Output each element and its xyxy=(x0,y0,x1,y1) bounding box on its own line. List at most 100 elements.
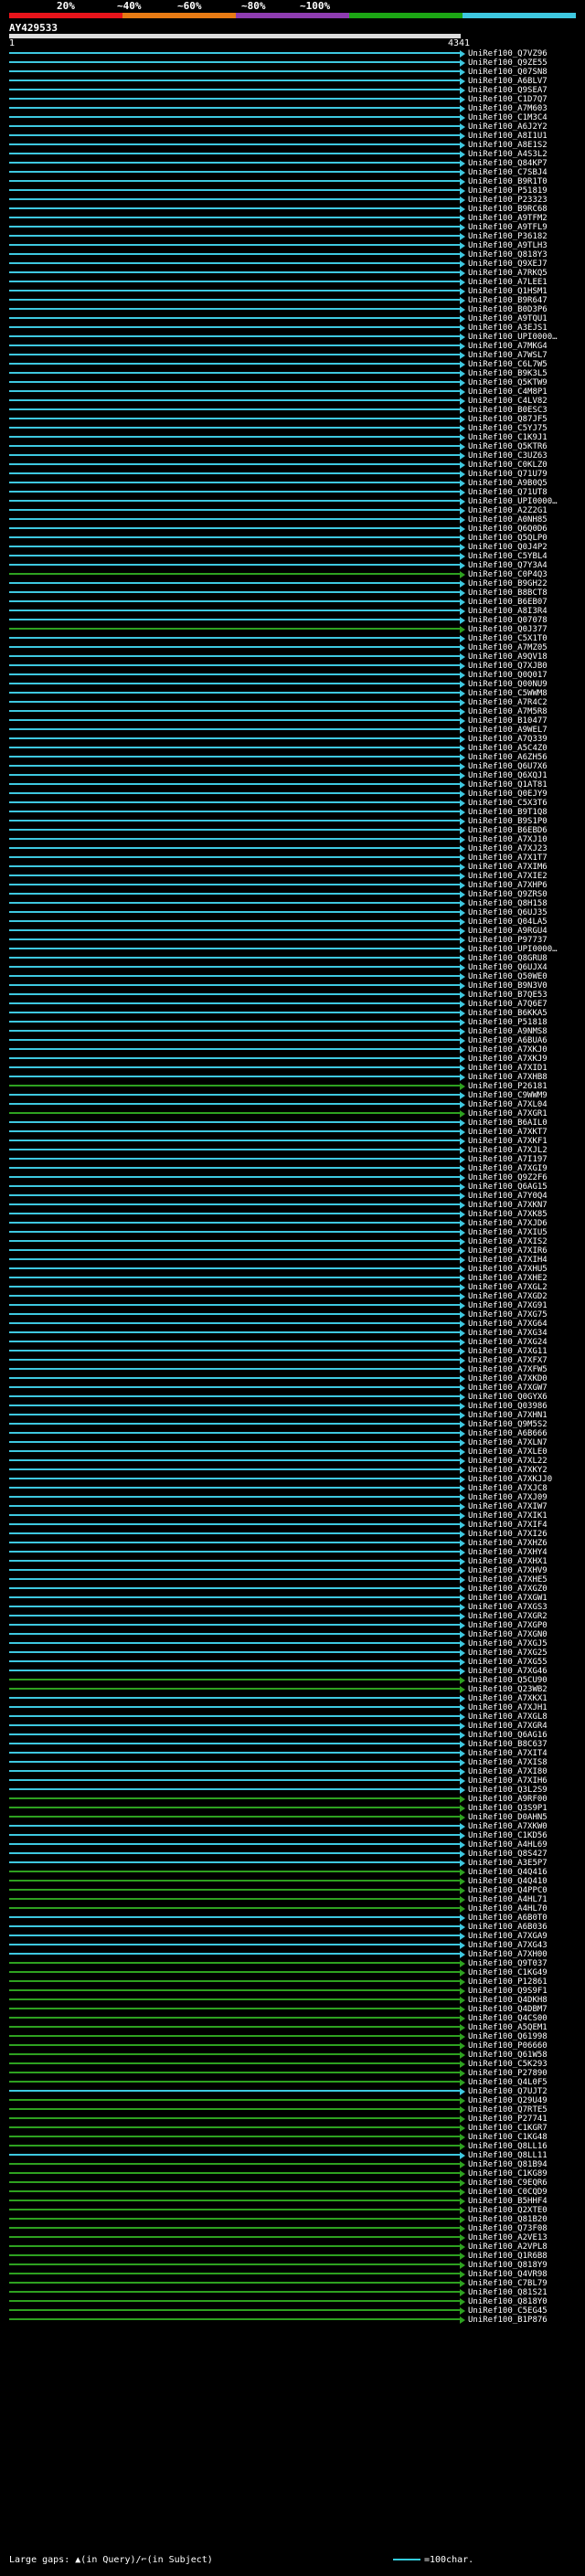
alignment-row[interactable]: UniRef100_A7XFX7 xyxy=(0,1356,585,1365)
hit-id-label[interactable]: UniRef100_A7XKW0 xyxy=(468,1822,548,1831)
alignment-row[interactable]: UniRef100_A7XGR4 xyxy=(0,1722,585,1731)
alignment-row[interactable]: UniRef100_P51818 xyxy=(0,1018,585,1027)
alignment-hit-bar[interactable] xyxy=(9,2236,461,2238)
alignment-row[interactable]: UniRef100_C1KGR7 xyxy=(0,2124,585,2133)
hit-id-label[interactable]: UniRef100_A7XL04 xyxy=(468,1100,548,1109)
alignment-row[interactable]: UniRef100_A7XG46 xyxy=(0,1667,585,1676)
hit-id-label[interactable]: UniRef100_A4HL69 xyxy=(468,1840,548,1850)
hit-id-label[interactable]: UniRef100_C7BL79 xyxy=(468,2279,548,2288)
alignment-hit-bar[interactable] xyxy=(9,1441,461,1443)
alignment-row[interactable]: UniRef100_A7XL22 xyxy=(0,1457,585,1466)
hit-id-label[interactable]: UniRef100_Q4DBM7 xyxy=(468,2005,548,2014)
alignment-row[interactable]: UniRef100_A5QEM1 xyxy=(0,2023,585,2032)
hit-id-label[interactable]: UniRef100_Q61998 xyxy=(468,2032,548,2041)
alignment-row[interactable]: UniRef100_P06660 xyxy=(0,2041,585,2051)
alignment-hit-bar[interactable] xyxy=(9,1998,461,2000)
alignment-row[interactable]: UniRef100_A7XHP6 xyxy=(0,881,585,890)
alignment-row[interactable]: UniRef100_A7X1T7 xyxy=(0,853,585,863)
alignment-row[interactable]: UniRef100_Q0GYX6 xyxy=(0,1393,585,1402)
alignment-row[interactable]: UniRef100_A9TLH3 xyxy=(0,241,585,250)
alignment-hit-bar[interactable] xyxy=(9,1496,461,1498)
hit-id-label[interactable]: UniRef100_D0AHN5 xyxy=(468,1813,548,1822)
alignment-row[interactable]: UniRef100_B0D3P6 xyxy=(0,305,585,314)
hit-id-label[interactable]: UniRef100_A2VE13 xyxy=(468,2233,548,2242)
hit-id-label[interactable]: UniRef100_Q23WB2 xyxy=(468,1685,548,1694)
alignment-hit-bar[interactable] xyxy=(9,1130,461,1132)
alignment-hit-bar[interactable] xyxy=(9,1907,461,1909)
alignment-hit-bar[interactable] xyxy=(9,271,461,273)
alignment-hit-bar[interactable] xyxy=(9,2181,461,2183)
alignment-row[interactable]: UniRef100_C1KD56 xyxy=(0,1831,585,1840)
hit-id-label[interactable]: UniRef100_A7XFX7 xyxy=(468,1356,548,1365)
hit-id-label[interactable]: UniRef100_Q7Y3A4 xyxy=(468,561,548,570)
alignment-row[interactable]: UniRef100_A7XIR6 xyxy=(0,1246,585,1256)
hit-id-label[interactable]: UniRef100_B9T1Q8 xyxy=(468,808,548,817)
alignment-row[interactable]: UniRef100_A6J2Y2 xyxy=(0,122,585,132)
alignment-row[interactable]: UniRef100_Q4VR98 xyxy=(0,2270,585,2279)
alignment-row[interactable]: UniRef100_A7XGD2 xyxy=(0,1292,585,1301)
hit-id-label[interactable]: UniRef100_A7XHZ6 xyxy=(468,1539,548,1548)
alignment-row[interactable]: UniRef100_C0CQD9 xyxy=(0,2188,585,2197)
alignment-hit-bar[interactable] xyxy=(9,1368,461,1370)
alignment-row[interactable]: UniRef100_A7XIW7 xyxy=(0,1502,585,1511)
hit-id-label[interactable]: UniRef100_A7XGD2 xyxy=(468,1292,548,1301)
alignment-row[interactable]: UniRef100_Q818Y3 xyxy=(0,250,585,260)
alignment-hit-bar[interactable] xyxy=(9,472,461,474)
alignment-row[interactable]: UniRef100_A7XIS2 xyxy=(0,1237,585,1246)
alignment-row[interactable]: UniRef100_Q8H158 xyxy=(0,899,585,908)
alignment-hit-bar[interactable] xyxy=(9,728,461,730)
alignment-row[interactable]: UniRef100_A7WSL7 xyxy=(0,351,585,360)
alignment-row[interactable]: UniRef100_A7XKF1 xyxy=(0,1137,585,1146)
alignment-hit-bar[interactable] xyxy=(9,2300,461,2302)
alignment-row[interactable]: UniRef100_A9TQU1 xyxy=(0,314,585,323)
alignment-hit-bar[interactable] xyxy=(9,1825,461,1827)
alignment-hit-bar[interactable] xyxy=(9,811,461,812)
alignment-hit-bar[interactable] xyxy=(9,2017,461,2019)
alignment-hit-bar[interactable] xyxy=(9,1149,461,1150)
alignment-hit-bar[interactable] xyxy=(9,2291,461,2293)
alignment-row[interactable]: UniRef100_Q8LL16 xyxy=(0,2142,585,2151)
hit-id-label[interactable]: UniRef100_A9B0Q5 xyxy=(468,479,548,488)
hit-id-label[interactable]: UniRef100_B6KKA5 xyxy=(468,1009,548,1018)
alignment-hit-bar[interactable] xyxy=(9,1898,461,1900)
hit-id-label[interactable]: UniRef100_A2VPL8 xyxy=(468,2242,548,2252)
alignment-row[interactable]: UniRef100_A7XHE2 xyxy=(0,1274,585,1283)
alignment-row[interactable]: UniRef100_A7XLE0 xyxy=(0,1447,585,1457)
alignment-hit-bar[interactable] xyxy=(9,1706,461,1708)
alignment-hit-bar[interactable] xyxy=(9,1423,461,1425)
alignment-hit-bar[interactable] xyxy=(9,518,461,520)
alignment-row[interactable]: UniRef100_A7XGP0 xyxy=(0,1621,585,1630)
alignment-hit-bar[interactable] xyxy=(9,536,461,538)
alignment-hit-bar[interactable] xyxy=(9,1807,461,1808)
alignment-row[interactable]: UniRef100_D0AHN5 xyxy=(0,1813,585,1822)
hit-id-label[interactable]: UniRef100_P23323 xyxy=(468,196,548,205)
hit-id-label[interactable]: UniRef100_A7XIW7 xyxy=(468,1502,548,1511)
alignment-hit-bar[interactable] xyxy=(9,1194,461,1196)
alignment-row[interactable]: UniRef100_A7M603 xyxy=(0,104,585,113)
alignment-hit-bar[interactable] xyxy=(9,664,461,666)
hit-id-label[interactable]: UniRef100_P36182 xyxy=(468,232,548,241)
alignment-row[interactable]: UniRef100_B9K3L5 xyxy=(0,369,585,378)
hit-id-label[interactable]: UniRef100_Q4VR98 xyxy=(468,2270,548,2279)
hit-id-label[interactable]: UniRef100_Q7RTE5 xyxy=(468,2105,548,2115)
alignment-hit-bar[interactable] xyxy=(9,1761,461,1763)
alignment-row[interactable]: UniRef100_A7XGR1 xyxy=(0,1109,585,1118)
hit-id-label[interactable]: UniRef100_C3UZ63 xyxy=(468,451,548,461)
hit-id-label[interactable]: UniRef100_A7XKD0 xyxy=(468,1374,548,1383)
alignment-row[interactable]: UniRef100_A0NH85 xyxy=(0,515,585,525)
alignment-hit-bar[interactable] xyxy=(9,2108,461,2110)
alignment-row[interactable]: UniRef100_B9GH22 xyxy=(0,579,585,588)
alignment-row[interactable]: UniRef100_B6EBD6 xyxy=(0,826,585,835)
hit-id-label[interactable]: UniRef100_Q7UJT2 xyxy=(468,2087,548,2096)
hit-id-label[interactable]: UniRef100_A6ZH56 xyxy=(468,753,548,762)
alignment-hit-bar[interactable] xyxy=(9,2117,461,2119)
hit-id-label[interactable]: UniRef100_P51819 xyxy=(468,186,548,196)
alignment-row[interactable]: UniRef100_A7XG91 xyxy=(0,1301,585,1310)
alignment-hit-bar[interactable] xyxy=(9,984,461,986)
alignment-hit-bar[interactable] xyxy=(9,89,461,90)
alignment-row[interactable]: UniRef100_C5X1T0 xyxy=(0,634,585,643)
alignment-hit-bar[interactable] xyxy=(9,1158,461,1160)
alignment-hit-bar[interactable] xyxy=(9,829,461,831)
alignment-row[interactable]: UniRef100_C1KG48 xyxy=(0,2133,585,2142)
alignment-hit-bar[interactable] xyxy=(9,1167,461,1169)
